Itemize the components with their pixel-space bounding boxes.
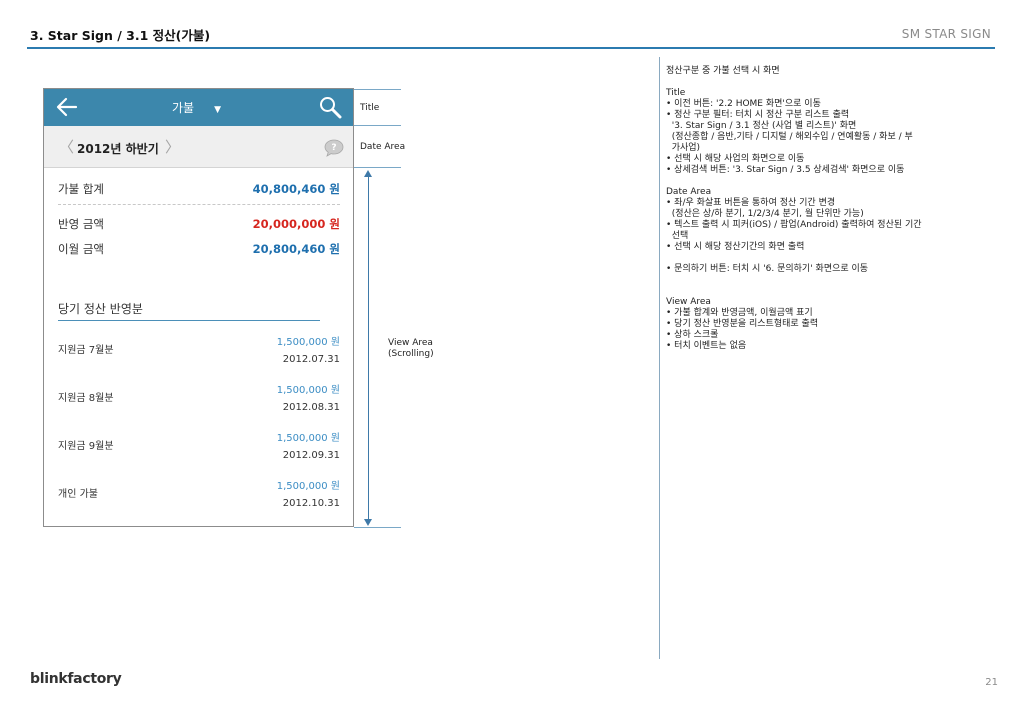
title-desc-line: • 상세검색 버튼: '3. Star Sign / 3.5 상세검색' 화면으…	[666, 165, 905, 175]
title-desc-line: '3. Star Sign / 3.1 정산 (사업 별 리스트)' 화면	[666, 121, 857, 131]
title-desc-line: • 이전 버튼: '2.2 HOME 화면'으로 이동	[666, 99, 821, 109]
date-area: 〈 2012년 하반기 〉 ?	[44, 126, 353, 168]
total-label: 가불 합계	[58, 182, 104, 196]
reflect-amount: 20,000,000 원	[252, 217, 340, 231]
settlement-filter-dropdown[interactable]: 가불 ▼	[172, 99, 221, 116]
date-desc-line: • 텍스트 출력 시 피커(iOS) / 팝업(Android) 출력하여 정산…	[666, 220, 922, 230]
title-desc-heading: Title	[666, 88, 686, 98]
title-annotation-label: Title	[360, 103, 380, 113]
title-annotation-line-top	[354, 89, 401, 90]
list-item-date: 2012.07.31	[282, 354, 340, 365]
list-item-label: 지원금 7월분	[58, 345, 114, 356]
carry-amount: 20,800,460 원	[252, 242, 340, 256]
description-intro: 정산구분 중 가불 선택 시 화면	[666, 66, 780, 76]
scroll-range-line	[368, 172, 369, 524]
list-item-label: 개인 가불	[58, 489, 98, 500]
page-number: 21	[985, 677, 998, 688]
slide-title: 3. Star Sign / 3.1 정산(가불)	[30, 28, 211, 43]
date-desc-line: (정산은 상/하 분기, 1/2/3/4 분기, 월 단위만 가능)	[666, 209, 864, 219]
list-item-amount: 1,500,000 원	[276, 337, 340, 348]
title-desc-line: • 선택 시 해당 사업의 화면으로 이동	[666, 154, 805, 164]
header-rule	[27, 47, 995, 49]
list-item-date: 2012.10.31	[282, 498, 340, 509]
slide-brand: SM STAR SIGN	[901, 27, 991, 41]
date-desc-heading: Date Area	[666, 187, 712, 197]
description-divider	[659, 57, 660, 659]
title-desc-line: • 정산 구분 필터: 터치 시 정산 구분 리스트 출력	[666, 110, 850, 120]
date-desc-line: 선택	[666, 231, 689, 241]
svg-text:?: ?	[331, 143, 336, 153]
view-annotation-line1: View Area	[388, 338, 433, 348]
date-annotation-line-bottom	[354, 167, 401, 168]
list-item-label: 지원금 8월분	[58, 393, 114, 404]
arrow-up-icon	[364, 170, 372, 177]
inquiry-desc-line: • 문의하기 버튼: 터치 시 '6. 문의하기' 화면으로 이동	[666, 264, 869, 274]
date-desc-line: • 좌/우 화살표 버튼을 통하여 정산 기간 변경	[666, 198, 836, 208]
description-panel: 정산구분 중 가불 선택 시 화면 Title • 이전 버튼: '2.2 HO…	[666, 66, 998, 352]
title-desc-line: (정산종합 / 음반,기타 / 디지털 / 해외수입 / 연예활동 / 화보 /…	[666, 132, 913, 142]
footer-logo: blinkfactory	[30, 671, 122, 687]
view-desc-line: • 터치 이벤트는 없음	[666, 341, 747, 351]
list-item-amount: 1,500,000 원	[276, 433, 340, 444]
view-annotation-line2: (Scrolling)	[388, 349, 434, 360]
caret-down-icon: ▼	[214, 105, 222, 115]
date-annotation-label: Date Area	[360, 142, 406, 152]
list-item-amount: 1,500,000 원	[276, 481, 340, 492]
summary-divider	[58, 204, 340, 205]
list-item-date: 2012.08.31	[282, 402, 340, 413]
reflect-label: 반영 금액	[58, 217, 104, 231]
inquiry-bubble-icon[interactable]: ?	[324, 139, 344, 157]
view-desc-heading: View Area	[666, 297, 711, 307]
list-item-date: 2012.09.31	[282, 450, 340, 461]
view-annotation-label: View Area (Scrolling)	[388, 338, 434, 361]
chevron-right-icon[interactable]: 〉	[165, 136, 180, 157]
view-desc-line: • 상하 스크롤	[666, 330, 719, 340]
view-desc-line: • 당기 정산 반영분을 리스트형태로 출력	[666, 319, 819, 329]
view-desc-line: • 가불 합계와 반영금액, 이월금액 표기	[666, 308, 813, 318]
list-item-amount: 1,500,000 원	[276, 385, 340, 396]
back-arrow-icon[interactable]	[56, 97, 78, 117]
search-icon[interactable]	[318, 95, 342, 119]
date-desc-line: • 선택 시 해당 정산기간의 화면 출력	[666, 242, 805, 252]
section-rule	[58, 320, 320, 321]
section-title: 당기 정산 반영분	[58, 302, 143, 316]
title-desc-line: 가사업)	[666, 143, 701, 153]
total-amount: 40,800,460 원	[252, 182, 340, 196]
title-annotation-line-bottom	[354, 125, 401, 126]
view-annotation-line-bottom	[354, 527, 401, 528]
title-label: 가불	[172, 101, 195, 115]
carry-label: 이월 금액	[58, 242, 104, 256]
period-label[interactable]: 2012년 하반기	[77, 140, 159, 157]
list-item-label: 지원금 9월분	[58, 441, 114, 452]
chevron-left-icon[interactable]: 〈	[59, 136, 74, 157]
title-bar: 가불 ▼	[44, 89, 353, 126]
arrow-down-icon	[364, 519, 372, 526]
